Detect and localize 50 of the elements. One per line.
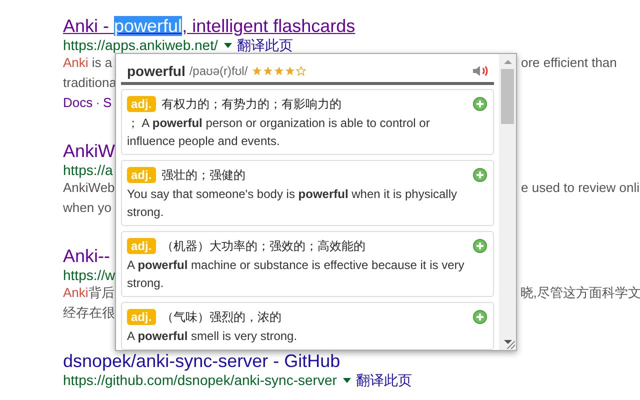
filled-star-icon <box>274 66 284 76</box>
chinese-meaning: 有权力的；有势力的；有影响力的 <box>162 96 342 112</box>
add-icon[interactable] <box>473 310 487 324</box>
headword: powerful <box>127 63 186 79</box>
result-url: https://a <box>63 162 113 178</box>
result-title[interactable]: AnkiW <box>63 141 116 161</box>
sitelink[interactable]: S <box>102 95 112 110</box>
caret-icon[interactable] <box>342 378 351 382</box>
caret-icon[interactable] <box>224 42 232 48</box>
phonetic: /paʊə(r)fʊl/ <box>189 64 248 78</box>
part-of-speech-tag: adj. <box>127 238 156 254</box>
result-title[interactable]: Anki - <box>63 16 114 36</box>
snippet-text: Anki背后 <box>63 285 114 300</box>
snippet-text: ore efficient than <box>521 54 617 72</box>
part-of-speech-tag: adj. <box>127 96 156 112</box>
scrollbar[interactable] <box>499 54 516 350</box>
result-url: https://github.com/dsnopek/anki-sync-server <box>63 372 337 388</box>
definition-text: You say that someone's body is powerful when it is physically strong. <box>127 186 458 221</box>
chinese-meaning: （机器）大功率的；强效的；高效能的 <box>162 238 366 254</box>
speaker-icon[interactable] <box>472 65 490 77</box>
result-url: https://apps.ankiweb.net/ <box>63 37 218 53</box>
resize-grip-icon[interactable] <box>507 341 515 349</box>
translate-link[interactable]: 翻译此页 <box>356 372 412 388</box>
result-title[interactable]: dsnopek/anki-sync-server - GitHub <box>63 351 340 371</box>
result-title[interactable]: Anki-- <box>63 246 110 266</box>
part-of-speech-tag: adj. <box>127 309 156 325</box>
result-url: https://w <box>63 267 116 283</box>
sitelink[interactable]: Docs <box>63 95 93 110</box>
part-of-speech-tag: adj. <box>127 167 156 183</box>
translate-link[interactable]: 翻译此页 <box>236 37 293 53</box>
add-icon[interactable] <box>473 239 487 253</box>
snippet-text: when yo <box>63 200 112 215</box>
filled-star-icon <box>284 66 295 76</box>
snippet-text: 经存在很 <box>63 305 115 320</box>
definition-text: ； A powerful person or organization is able to control or influence people and events. <box>127 115 431 150</box>
snippet-text: Anki is a <box>63 55 112 70</box>
result-title[interactable]: , intelligent flashcards <box>182 16 356 36</box>
add-icon[interactable] <box>473 97 487 111</box>
snippet-text: 晓,尽管这方面科学文 <box>520 284 640 302</box>
chinese-meaning: 强壮的；强健的 <box>162 166 246 184</box>
filled-star-icon <box>252 66 262 76</box>
snippet-text: e used to review onli <box>521 179 640 197</box>
snippet-text: AnkiWeb <box>63 180 115 195</box>
chinese-meaning: （气味）强烈的，浓的 <box>162 308 282 326</box>
filled-star-icon <box>262 66 273 76</box>
separator: · <box>96 95 100 110</box>
add-icon[interactable] <box>473 168 487 182</box>
definition-text: A powerful smell is very strong. <box>127 328 298 345</box>
snippet-text: traditiona <box>63 75 116 90</box>
definition-text: A powerful machine or substance is effective because it is very strong. <box>127 257 466 292</box>
